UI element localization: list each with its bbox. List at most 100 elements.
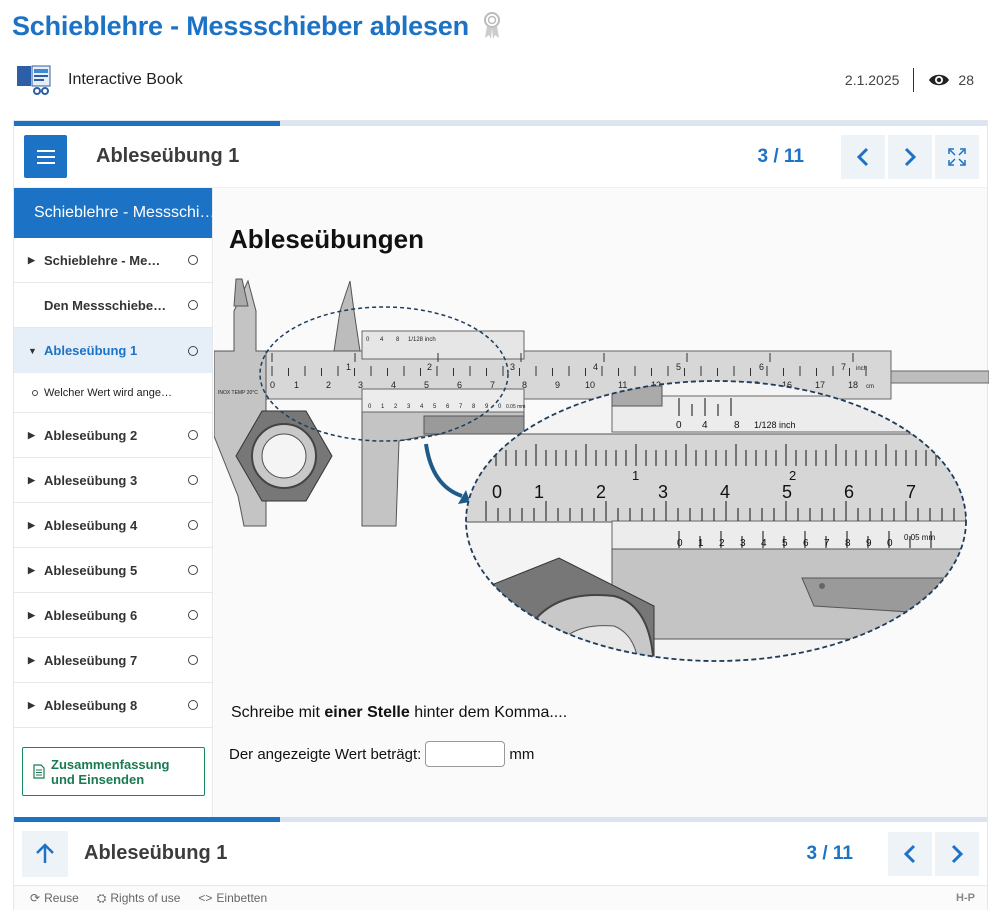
progress-circle-icon [188,565,198,575]
caret-right-icon: ▶ [28,519,35,530]
content-heading: Ableseübungen [229,224,425,254]
toc-subitem-label: Welcher Wert wird ange… [44,386,172,399]
progress-circle-icon [188,655,198,665]
svg-text:4: 4 [720,482,730,502]
toc-item-ableseuebung-2[interactable]: ▶ Ableseübung 2 [14,413,212,458]
svg-text:0: 0 [676,420,682,431]
svg-text:9: 9 [866,538,872,549]
reuse-icon: ⟳ [30,891,41,905]
toc-item-schieblehre[interactable]: ▶ Schieblehre - Me… [14,238,212,283]
svg-text:7: 7 [906,482,916,502]
toc-item-ableseuebung-6[interactable]: ▶ Ableseübung 6 [14,593,212,638]
toc-heading[interactable]: Schieblehre - Messschi… [14,188,212,238]
summary-submit-button[interactable]: Zusammenfassung und Einsenden [22,747,205,796]
svg-text:10: 10 [585,380,595,390]
svg-text:8: 8 [845,538,851,549]
caret-right-icon: ▶ [28,699,35,710]
next-page-button-bottom[interactable] [935,831,979,876]
svg-text:1: 1 [346,362,351,372]
toc-item-label: Ableseübung 4 [44,517,138,533]
toc-item-label: Ableseübung 3 [44,472,138,488]
toc-item-label: Ableseübung 1 [44,343,138,358]
svg-text:1: 1 [294,380,299,390]
next-page-button[interactable] [888,134,932,179]
svg-text:5: 5 [782,538,788,549]
svg-text:1: 1 [698,538,704,549]
answer-unit: mm [509,745,535,763]
toc-item-ableseuebung-7[interactable]: ▶ Ableseübung 7 [14,638,212,683]
page-content: Ableseübungen 0 1 2 3 4 5 6 7 8 9 10 11 … [214,188,989,818]
embed-link[interactable]: <> Einbetten [198,891,267,905]
svg-text:4: 4 [391,380,396,390]
rights-of-use-link[interactable]: ⛭ Rights of use [97,891,181,906]
reuse-link[interactable]: ⟳ Reuse [30,891,79,905]
progress-circle-icon [188,255,198,265]
fullscreen-button[interactable] [935,134,979,179]
answer-input[interactable] [425,741,506,767]
chevron-left-icon [856,147,869,166]
bullet-circle-icon [32,389,38,396]
scroll-to-top-button[interactable] [22,830,68,877]
caret-right-icon: ▶ [28,654,35,665]
code-icon: <> [198,891,213,905]
table-of-contents: Schieblehre - Messschi… ▶ Schieblehre - … [14,188,213,818]
svg-text:2: 2 [427,362,432,372]
svg-text:6: 6 [759,362,764,372]
page-counter-bottom: 3 / 11 [806,842,854,864]
toc-subitem-question[interactable]: Welcher Wert wird ange… [14,373,212,413]
svg-text:2: 2 [719,538,725,549]
meta-info: 2.1.2025 28 [845,68,974,92]
svg-text:0: 0 [270,380,275,390]
progress-circle-icon [188,300,198,310]
toc-item-ableseuebung-1[interactable]: ▼ Ableseübung 1 [14,328,212,373]
toc-item-messschieber[interactable]: Den Messschiebe… [14,283,212,328]
svg-text:11: 11 [618,380,627,390]
chevron-left-icon [903,844,916,863]
svg-text:17: 17 [815,380,825,390]
h5p-logo[interactable]: H-P [956,892,975,904]
toc-item-ableseuebung-8[interactable]: ▶ Ableseübung 8 [14,683,212,728]
ribbon-award-icon [483,12,500,39]
svg-text:7: 7 [841,362,846,372]
svg-text:0: 0 [887,538,893,549]
svg-text:2: 2 [789,468,796,483]
svg-text:3: 3 [358,380,363,390]
toc-item-label: Ableseübung 6 [44,607,138,623]
menu-icon-line [36,155,55,158]
svg-text:3: 3 [740,538,746,549]
divider [913,68,915,92]
previous-page-button-bottom[interactable] [888,831,932,876]
caliper-illustration: 0 1 2 3 4 5 6 7 8 9 10 11 12 13 14 15 16… [214,278,989,662]
toc-item-label: Ableseübung 7 [44,652,138,668]
progress-circle-icon [188,345,198,356]
toc-item-ableseuebung-3[interactable]: ▶ Ableseübung 3 [14,458,212,503]
svg-text:4: 4 [761,538,767,549]
page-title: Schieblehre - Messschieber ablesen [12,10,469,41]
toc-item-ableseuebung-5[interactable]: ▶ Ableseübung 5 [14,548,212,593]
svg-text:1: 1 [632,468,639,483]
instruction-text: Schreibe mit einer Stelle hinter dem Kom… [231,704,568,721]
svg-text:5: 5 [782,482,792,502]
reuse-label: Reuse [44,891,79,905]
answer-row: Der angezeigte Wert beträgt: mm [229,741,534,767]
content-meta: Interactive Book 2.1.2025 28 [16,62,974,98]
svg-text:4: 4 [593,362,598,372]
previous-page-button[interactable] [841,134,885,179]
interactive-book-frame: Ableseübung 1 3 / 11 Schieblehre - Messs… [13,120,989,910]
page-navigation: 3 / 11 [758,134,979,179]
publish-date: 2.1.2025 [844,72,900,88]
page-navigation-bottom: 3 / 11 [806,831,979,876]
svg-text:9: 9 [555,380,560,390]
toc-item-ableseuebung-4[interactable]: ▶ Ableseübung 4 [14,503,212,548]
svg-text:5: 5 [424,380,429,390]
chapter-title-bottom: Ableseübung 1 [84,842,228,864]
svg-text:5: 5 [676,362,681,372]
caret-right-icon: ▶ [28,564,35,575]
svg-text:0: 0 [677,538,683,549]
caret-right-icon: ▶ [28,609,35,620]
menu-toggle-button[interactable] [24,135,67,178]
eye-icon [929,74,950,86]
svg-text:4: 4 [702,420,708,431]
chevron-right-icon [904,147,917,166]
caret-right-icon: ▶ [28,429,35,440]
